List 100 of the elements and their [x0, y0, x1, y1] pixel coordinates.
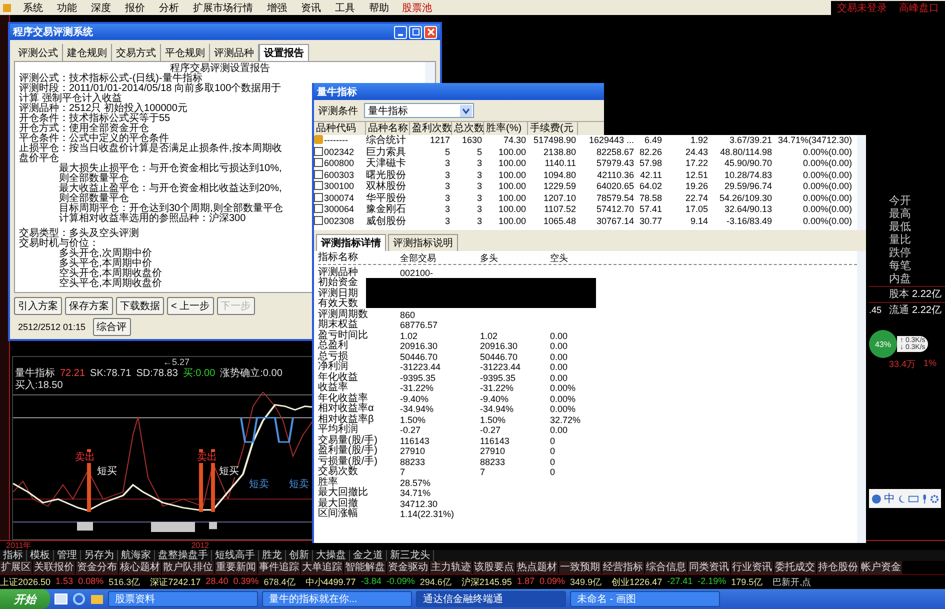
extension-tab[interactable]: 热点题材	[516, 561, 558, 574]
dialog-button[interactable]: 综合评	[92, 318, 131, 336]
taskbar-item[interactable]: 量牛的指标就在你...	[262, 591, 412, 607]
window-icon[interactable]	[54, 592, 68, 606]
menu-item[interactable]: 报价	[118, 0, 152, 14]
menu-item[interactable]: 工具	[328, 0, 362, 14]
table-cell-text: 3	[444, 204, 451, 216]
table-cell-text: 区间涨幅	[318, 509, 359, 520]
condition-dropdown[interactable]: 量牛指标	[364, 103, 474, 118]
moon-icon[interactable]	[896, 494, 906, 504]
dialog-button[interactable]: 保存方案	[65, 297, 113, 315]
taskbar-item[interactable]: 未命名 - 画图	[570, 591, 720, 607]
checkbox[interactable]	[314, 158, 323, 167]
keyboard-icon[interactable]	[908, 494, 919, 504]
extension-tab[interactable]: 委托成交	[774, 561, 816, 574]
table-cell-text: 100.00	[497, 158, 527, 170]
taskbar-item[interactable]: 股票资料	[108, 591, 258, 607]
app-logo-icon	[2, 2, 12, 12]
table-cell-text: 3	[444, 181, 451, 192]
condition-label: 评测条件	[318, 104, 358, 118]
extension-tab[interactable]: 散户队排位	[162, 561, 214, 574]
extension-tab[interactable]: 核心题材	[119, 561, 161, 574]
extension-tab[interactable]: 同类资讯	[688, 561, 730, 574]
table-cell-text: -31223.44	[480, 362, 522, 372]
extension-tab[interactable]: 综合信息	[645, 561, 687, 574]
maximize-button[interactable]	[409, 26, 422, 38]
status-text: 交易未登录	[831, 0, 893, 14]
extension-tab[interactable]: 扩展区	[0, 561, 32, 574]
volume-bar	[77, 522, 93, 531]
table-cell-text: 57.98	[638, 158, 663, 170]
settings-icon[interactable]	[930, 494, 939, 504]
table-cell-text: 100.00	[497, 181, 527, 192]
table-cell: 300064	[314, 204, 366, 216]
extension-tab[interactable]: 主力轨迹	[430, 561, 472, 574]
extension-tab[interactable]: 行业资讯	[731, 561, 773, 574]
menu-item[interactable]: 帮助	[362, 0, 396, 14]
extension-tab[interactable]: 关联报价	[33, 561, 75, 574]
report-line: 平仓条件：公式中定义的平仓条件	[19, 134, 169, 144]
table-cell-text: 0.00%(0.00)	[802, 204, 853, 216]
table-cell-text: 27910	[400, 446, 426, 456]
table-cell-text: 64020.65	[595, 181, 635, 192]
dialog-tab[interactable]: 设置报告	[259, 44, 309, 61]
table-cell-text: 平均利润	[318, 425, 359, 435]
checkbox[interactable]	[314, 181, 323, 190]
table-cell-text: 0.00	[550, 425, 569, 436]
extension-tab[interactable]: 帐户资金	[860, 561, 902, 574]
table-cell-text: -0.27	[480, 425, 502, 436]
extension-tab[interactable]: 大单追踪	[301, 561, 343, 574]
minimize-button[interactable]	[394, 26, 407, 38]
dialog-button[interactable]: 引入方案	[14, 297, 62, 315]
extension-tab[interactable]: 智能解盘	[344, 561, 386, 574]
extension-tab[interactable]: 资金分布	[76, 561, 118, 574]
table-cell-text: 0	[550, 436, 556, 446]
menu-item[interactable]: 增强	[260, 0, 294, 14]
menu-item[interactable]: 资讯	[294, 0, 328, 14]
menu-item[interactable]: 分析	[152, 0, 186, 14]
detail-tab[interactable]: 评测指标说明	[388, 234, 458, 251]
extension-tab[interactable]: 经营指标	[602, 561, 644, 574]
table-cell-text: 82.26	[638, 146, 663, 158]
menu-item[interactable]: 深度	[84, 0, 118, 14]
checkbox[interactable]	[314, 192, 323, 202]
signal-label: 短卖	[289, 479, 309, 490]
table-cell-text: 威创股份	[366, 216, 407, 227]
table-cell-text: 2138.80	[542, 146, 577, 158]
checkbox[interactable]	[314, 216, 323, 224]
scrollbar[interactable]	[857, 135, 866, 230]
table-cell: 600800	[314, 158, 366, 170]
table-cell-text: 19.26	[684, 181, 709, 192]
quote-label: 量比	[888, 234, 912, 247]
table-cell-text: -34.94%	[480, 404, 515, 414]
extension-tab[interactable]: 持仓股份	[817, 561, 859, 574]
table-cell-text: 0.00	[550, 372, 569, 383]
ime-mode-button[interactable]: 中	[884, 491, 895, 506]
extension-tab[interactable]: 一致预期	[559, 561, 601, 574]
extension-tab[interactable]: 资金驱动	[387, 561, 429, 574]
extension-tab[interactable]: 事件追踪	[258, 561, 300, 574]
stock-pool-menu[interactable]: 股票池	[396, 0, 438, 14]
checkbox[interactable]	[314, 170, 323, 178]
microphone-icon[interactable]	[920, 494, 928, 504]
menu-item[interactable]: 扩展市场行情	[186, 0, 260, 14]
table-cell-text: 交易次数	[318, 467, 358, 477]
table-cell-text: 29.59/96.74	[723, 181, 773, 192]
taskbar-item[interactable]: 通达信金融终端通	[416, 591, 566, 607]
checkbox[interactable]	[314, 146, 323, 156]
dialog-button[interactable]: 下载数据	[116, 297, 164, 315]
table-cell-text: 5	[444, 146, 451, 158]
column-header: 多头	[480, 253, 499, 264]
detail-tab[interactable]: 评测指标详情	[316, 234, 386, 251]
close-button[interactable]	[424, 26, 437, 38]
table-cell-text: 1229.59	[542, 181, 577, 192]
extension-tab[interactable]: 该股要点	[473, 561, 515, 574]
folder-icon[interactable]	[90, 592, 104, 606]
status-text: 高峰盘口	[893, 0, 945, 14]
menu-item[interactable]: 系统	[16, 0, 50, 14]
menu-item[interactable]: 功能	[50, 0, 84, 14]
table-cell-text: 1207.10	[542, 192, 577, 204]
checkbox[interactable]	[314, 204, 323, 213]
extension-tab[interactable]: 重要新闻	[215, 561, 257, 574]
dialog-button[interactable]: < 上一步	[167, 297, 214, 315]
scrollbar[interactable]	[857, 251, 866, 543]
